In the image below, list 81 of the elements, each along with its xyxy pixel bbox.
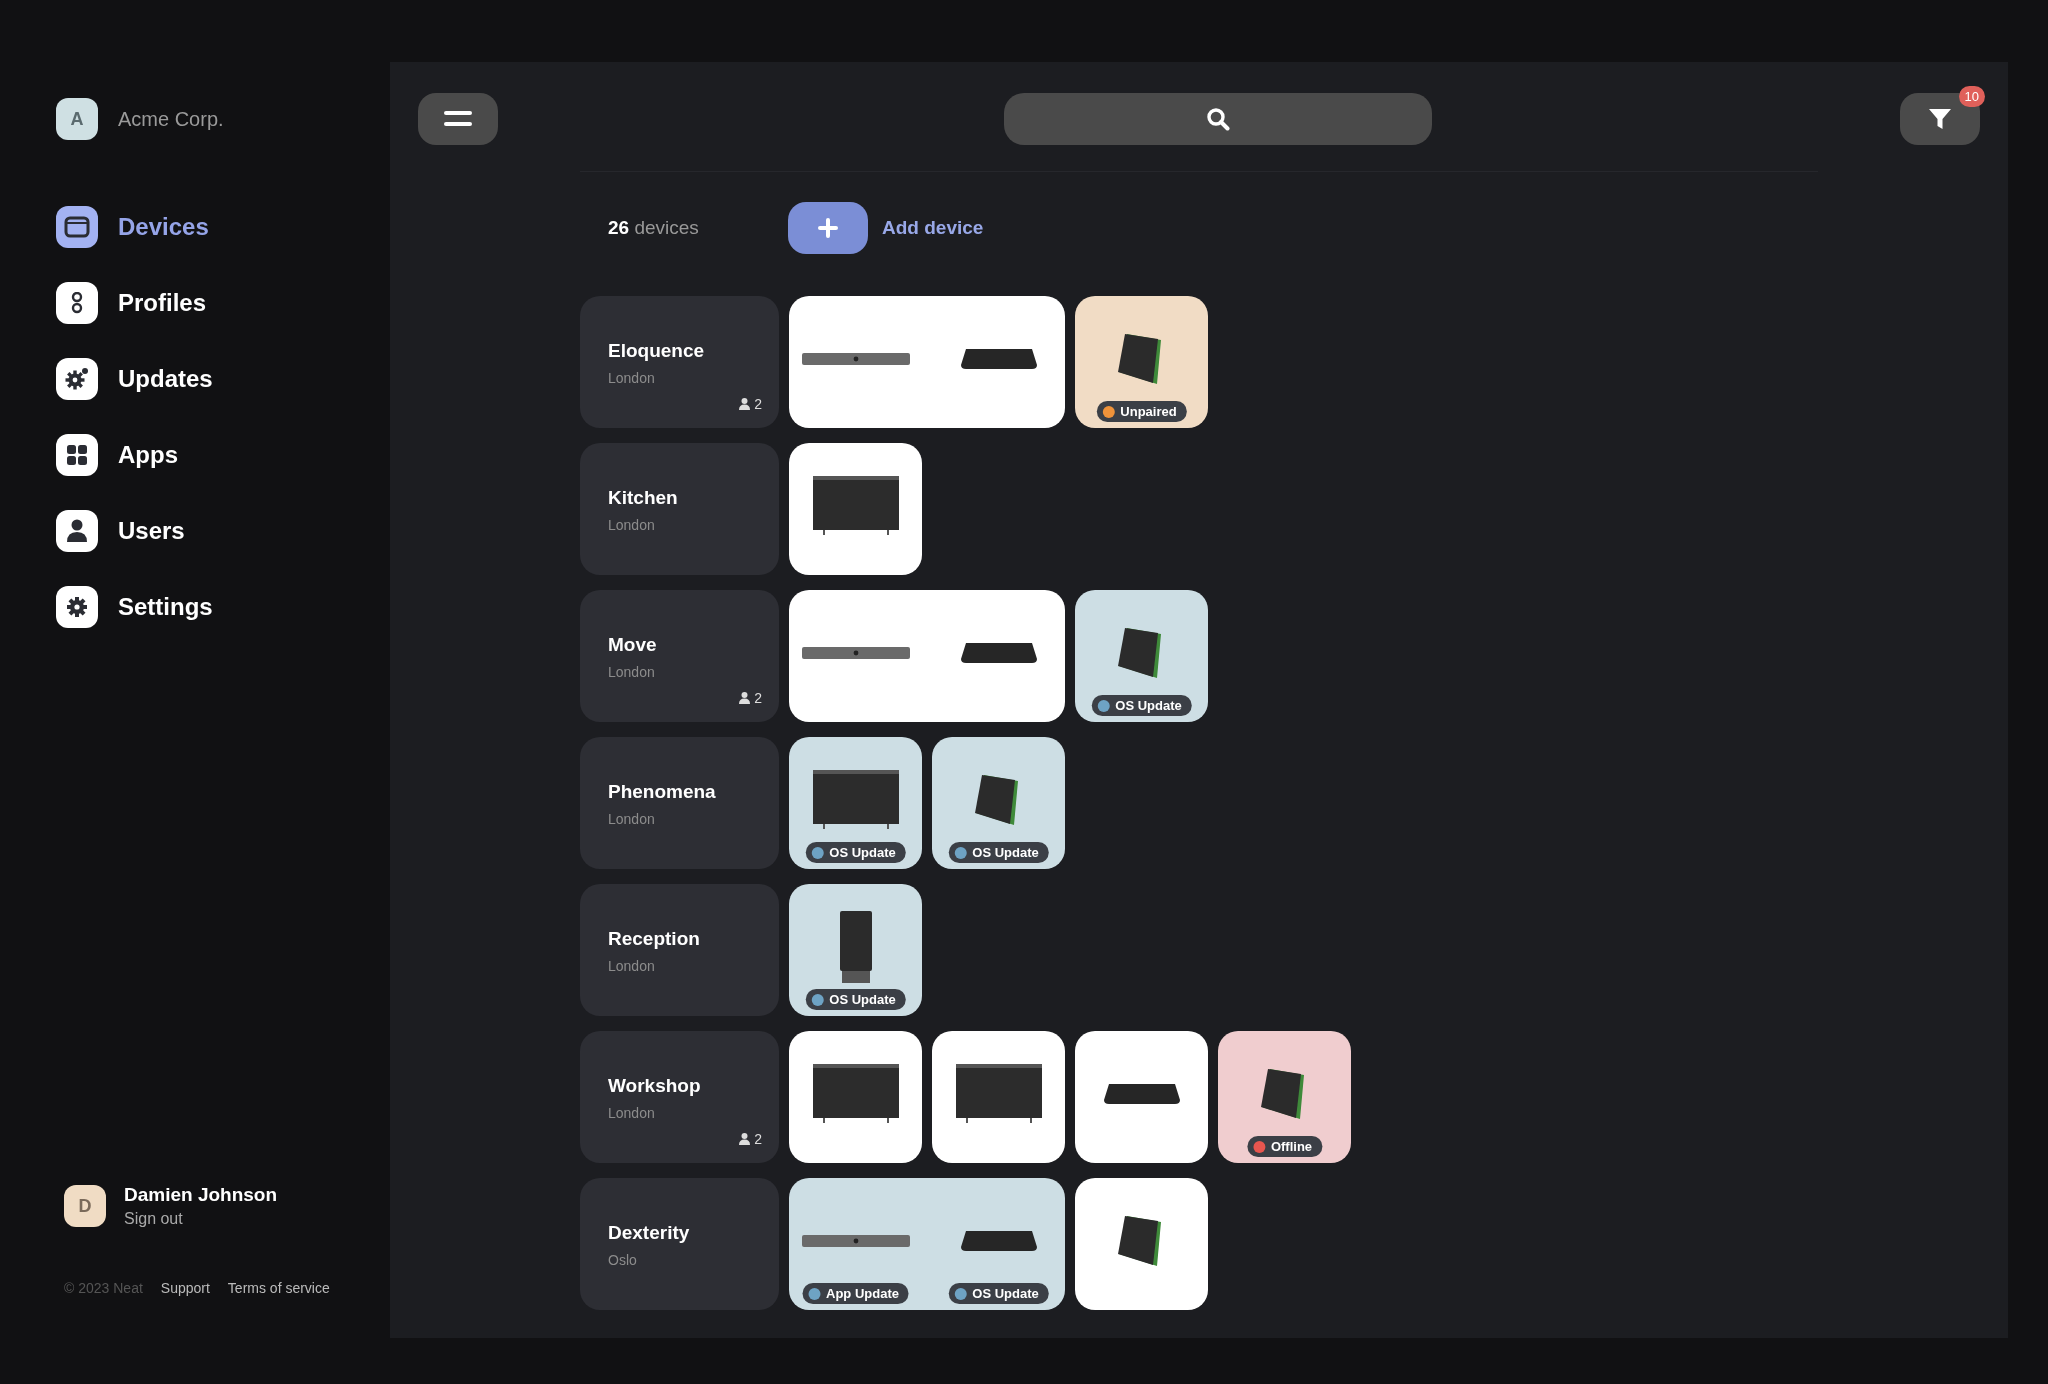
footer-link[interactable]: Support <box>160 1280 210 1296</box>
status-label: OS Update <box>829 845 896 860</box>
room-location: London <box>608 370 656 386</box>
device-tile[interactable]: App Update OS Update <box>789 1178 1065 1310</box>
device-tile[interactable] <box>789 443 922 575</box>
settings-icon <box>66 596 88 618</box>
copyright-text: © 2023 Neat <box>64 1280 143 1296</box>
user-avatar: D <box>64 1185 106 1227</box>
nav-item[interactable]: Settings <box>56 586 390 628</box>
person-icon <box>739 398 751 410</box>
filter-count-badge: 10 <box>1958 86 1985 107</box>
menu-button[interactable] <box>418 93 498 145</box>
add-device-link[interactable]: Add device <box>882 217 984 239</box>
status-label: OS Update <box>1115 698 1182 713</box>
room-location: Oslo <box>608 1252 638 1268</box>
user-icon <box>66 519 88 543</box>
nav-item[interactable]: Updates <box>56 358 390 400</box>
device-tile[interactable]: OS Update <box>789 737 922 869</box>
gear-icon <box>65 367 89 391</box>
room-name: Reception <box>608 928 701 950</box>
footer-link[interactable]: Terms of service <box>227 1280 330 1296</box>
menu-icon <box>444 109 472 129</box>
user-count: 2 <box>754 1131 762 1147</box>
status-label: Unpaired <box>1120 404 1177 419</box>
device-tile[interactable]: OS Update <box>789 884 922 1016</box>
room-location: London <box>608 517 656 533</box>
room-card[interactable]: Kitchen London <box>580 443 779 575</box>
room-name: Workshop <box>608 1075 702 1097</box>
device-tile[interactable]: OS Update <box>932 737 1065 869</box>
plus-icon <box>817 217 839 239</box>
device-tile[interactable]: Unpaired <box>1075 296 1208 428</box>
nav-item[interactable]: Profiles <box>56 282 390 324</box>
user-count: 2 <box>754 396 762 412</box>
status-label: OS Update <box>972 1286 1039 1301</box>
room-location: London <box>608 664 656 680</box>
room-location: London <box>608 811 656 827</box>
device-tile[interactable] <box>789 296 1065 428</box>
org-avatar: A <box>56 98 98 140</box>
room-card[interactable]: Move London 2 <box>580 590 779 722</box>
add-device-button[interactable] <box>788 202 868 254</box>
room-location: London <box>608 958 656 974</box>
profiles-icon <box>71 292 83 314</box>
status-label: OS Update <box>829 992 896 1007</box>
status-label: OS Update <box>972 845 1039 860</box>
monitor-icon <box>64 216 90 238</box>
device-tile[interactable] <box>1075 1178 1208 1310</box>
room-card[interactable]: Phenomena London <box>580 737 779 869</box>
device-tile[interactable]: Offline <box>1218 1031 1351 1163</box>
org-name: Acme Corp. <box>118 107 224 131</box>
room-name: Dexterity <box>608 1222 691 1244</box>
grid-icon <box>66 444 88 466</box>
nav-item[interactable]: Apps <box>56 434 390 476</box>
device-tile[interactable]: OS Update <box>1075 590 1208 722</box>
room-location: London <box>608 1105 656 1121</box>
device-tile[interactable] <box>789 590 1065 722</box>
person-icon <box>739 1133 751 1145</box>
search-field[interactable] <box>1004 93 1432 145</box>
device-tile[interactable] <box>1075 1031 1208 1163</box>
sign-out-link[interactable]: Sign out <box>124 1210 278 1228</box>
filter-icon <box>1928 107 1952 131</box>
room-name: Eloquence <box>608 340 706 362</box>
filter-button[interactable] <box>1900 93 1980 145</box>
room-name: Kitchen <box>608 487 679 509</box>
room-name: Move <box>608 634 658 656</box>
search-icon <box>1206 107 1230 131</box>
user-name: Damien Johnson <box>124 1184 278 1206</box>
room-card[interactable]: Dexterity Oslo <box>580 1178 779 1310</box>
status-label: App Update <box>826 1286 899 1301</box>
room-card[interactable]: Eloquence London 2 <box>580 296 779 428</box>
room-card[interactable]: Reception London <box>580 884 779 1016</box>
nav-item[interactable]: Devices <box>56 206 390 248</box>
user-count: 2 <box>754 690 762 706</box>
device-tile[interactable] <box>789 1031 922 1163</box>
device-tile[interactable] <box>932 1031 1065 1163</box>
tower-device-drawing <box>837 911 874 983</box>
person-icon <box>739 692 751 704</box>
room-name: Phenomena <box>608 781 717 803</box>
room-card[interactable]: Workshop London 2 <box>580 1031 779 1163</box>
status-label: Offline <box>1270 1139 1313 1154</box>
nav-item[interactable]: Users <box>56 510 390 552</box>
device-count: 26 devices <box>608 217 700 239</box>
